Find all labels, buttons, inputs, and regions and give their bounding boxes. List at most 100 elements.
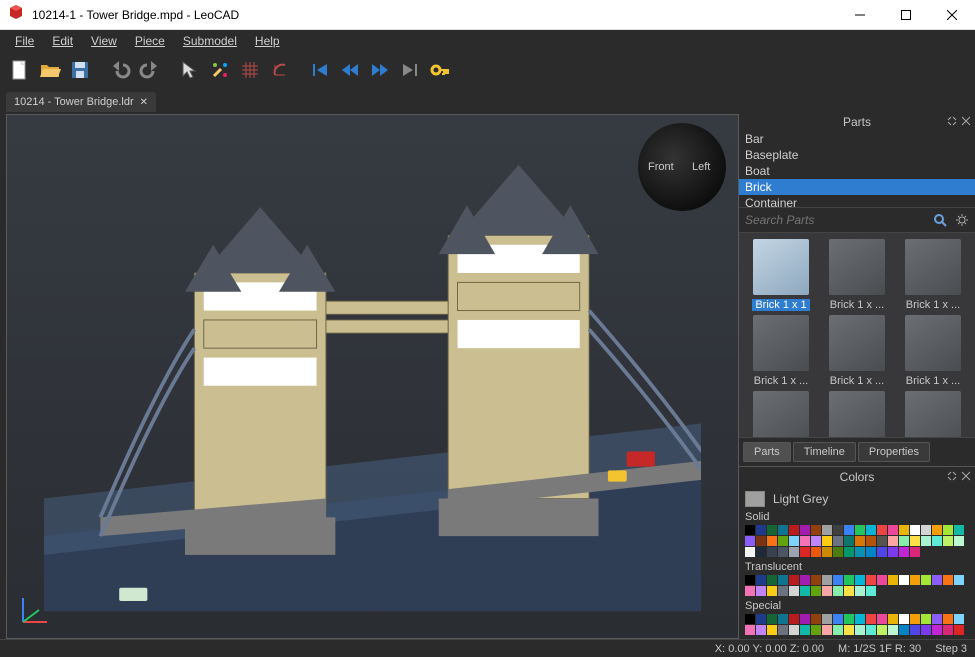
color-swatch[interactable]: [899, 547, 909, 557]
color-swatch[interactable]: [844, 525, 854, 535]
part-item[interactable]: Brick 1 x ...: [821, 315, 893, 387]
color-swatch[interactable]: [833, 525, 843, 535]
color-swatch[interactable]: [822, 525, 832, 535]
search-input[interactable]: [743, 210, 927, 230]
search-icon[interactable]: [931, 211, 949, 229]
color-swatch[interactable]: [822, 586, 832, 596]
color-swatch[interactable]: [822, 575, 832, 585]
color-swatch[interactable]: [778, 586, 788, 596]
part-item[interactable]: Brick 1 x ...: [745, 315, 817, 387]
color-swatch[interactable]: [932, 575, 942, 585]
part-item[interactable]: [821, 391, 893, 437]
color-swatch[interactable]: [888, 547, 898, 557]
color-swatch[interactable]: [866, 575, 876, 585]
color-swatch[interactable]: [756, 525, 766, 535]
color-swatch[interactable]: [767, 586, 777, 596]
color-swatch[interactable]: [745, 614, 755, 624]
color-swatch[interactable]: [745, 575, 755, 585]
next-step-icon[interactable]: [366, 56, 394, 84]
color-swatch[interactable]: [756, 575, 766, 585]
color-swatch[interactable]: [811, 625, 821, 635]
select-tool-icon[interactable]: [176, 56, 204, 84]
color-swatch[interactable]: [822, 547, 832, 557]
color-swatch[interactable]: [910, 625, 920, 635]
color-swatch[interactable]: [756, 586, 766, 596]
maximize-button[interactable]: [883, 0, 929, 30]
color-swatch[interactable]: [778, 614, 788, 624]
color-swatch[interactable]: [899, 625, 909, 635]
color-swatch[interactable]: [899, 575, 909, 585]
color-swatch[interactable]: [833, 547, 843, 557]
color-swatch[interactable]: [844, 536, 854, 546]
color-swatch[interactable]: [910, 575, 920, 585]
color-swatch[interactable]: [800, 547, 810, 557]
last-step-icon[interactable]: [396, 56, 424, 84]
color-swatch[interactable]: [745, 536, 755, 546]
snap-grid-icon[interactable]: [236, 56, 264, 84]
color-swatch[interactable]: [921, 614, 931, 624]
color-swatch[interactable]: [910, 614, 920, 624]
color-swatch[interactable]: [756, 547, 766, 557]
color-swatch[interactable]: [943, 525, 953, 535]
parts-category-list[interactable]: Bar Baseplate Boat Brick Container: [739, 131, 975, 207]
color-swatch[interactable]: [866, 625, 876, 635]
color-swatch[interactable]: [932, 536, 942, 546]
color-swatch[interactable]: [745, 586, 755, 596]
minimize-button[interactable]: [837, 0, 883, 30]
open-file-icon[interactable]: [36, 56, 64, 84]
color-swatch[interactable]: [932, 625, 942, 635]
new-file-icon[interactable]: [6, 56, 34, 84]
color-swatch[interactable]: [745, 525, 755, 535]
color-swatch[interactable]: [811, 536, 821, 546]
category-item[interactable]: Boat: [739, 163, 975, 179]
color-swatch[interactable]: [756, 614, 766, 624]
color-swatch[interactable]: [877, 536, 887, 546]
key-icon[interactable]: [426, 56, 454, 84]
close-tab-icon[interactable]: ✕: [140, 97, 148, 108]
color-swatch[interactable]: [943, 575, 953, 585]
color-swatch[interactable]: [800, 536, 810, 546]
close-panel-icon[interactable]: [961, 115, 971, 129]
color-swatch[interactable]: [789, 575, 799, 585]
expand-panel-icon[interactable]: [947, 470, 957, 484]
color-swatch[interactable]: [778, 575, 788, 585]
view-cube[interactable]: Front Left: [638, 123, 726, 211]
axis-gizmo[interactable]: [15, 590, 55, 630]
menu-piece[interactable]: Piece: [126, 32, 174, 50]
color-swatch[interactable]: [789, 547, 799, 557]
color-swatch[interactable]: [866, 547, 876, 557]
color-swatch[interactable]: [811, 547, 821, 557]
color-swatch[interactable]: [921, 625, 931, 635]
color-swatch[interactable]: [767, 536, 777, 546]
color-swatch[interactable]: [954, 575, 964, 585]
color-swatch[interactable]: [855, 536, 865, 546]
color-swatch[interactable]: [932, 614, 942, 624]
color-swatch[interactable]: [888, 536, 898, 546]
color-swatch[interactable]: [833, 614, 843, 624]
color-swatch[interactable]: [888, 625, 898, 635]
category-item[interactable]: Container: [739, 195, 975, 207]
color-swatch[interactable]: [811, 586, 821, 596]
part-item[interactable]: Brick 1 x ...: [897, 315, 969, 387]
category-item[interactable]: Bar: [739, 131, 975, 147]
color-swatch[interactable]: [767, 614, 777, 624]
color-swatch[interactable]: [844, 625, 854, 635]
color-swatch[interactable]: [943, 536, 953, 546]
color-swatch[interactable]: [899, 614, 909, 624]
color-swatch[interactable]: [921, 525, 931, 535]
color-swatch[interactable]: [910, 525, 920, 535]
color-swatch[interactable]: [745, 625, 755, 635]
color-swatch[interactable]: [789, 586, 799, 596]
color-swatch[interactable]: [855, 525, 865, 535]
snap-angle-icon[interactable]: [266, 56, 294, 84]
color-swatch[interactable]: [888, 614, 898, 624]
color-swatch[interactable]: [800, 525, 810, 535]
color-swatch[interactable]: [855, 547, 865, 557]
menu-file[interactable]: File: [6, 32, 43, 50]
part-item[interactable]: Brick 1 x 1: [745, 239, 817, 311]
color-swatch[interactable]: [877, 525, 887, 535]
color-swatch[interactable]: [789, 525, 799, 535]
color-swatch[interactable]: [866, 614, 876, 624]
color-swatch[interactable]: [954, 614, 964, 624]
color-swatch[interactable]: [954, 625, 964, 635]
